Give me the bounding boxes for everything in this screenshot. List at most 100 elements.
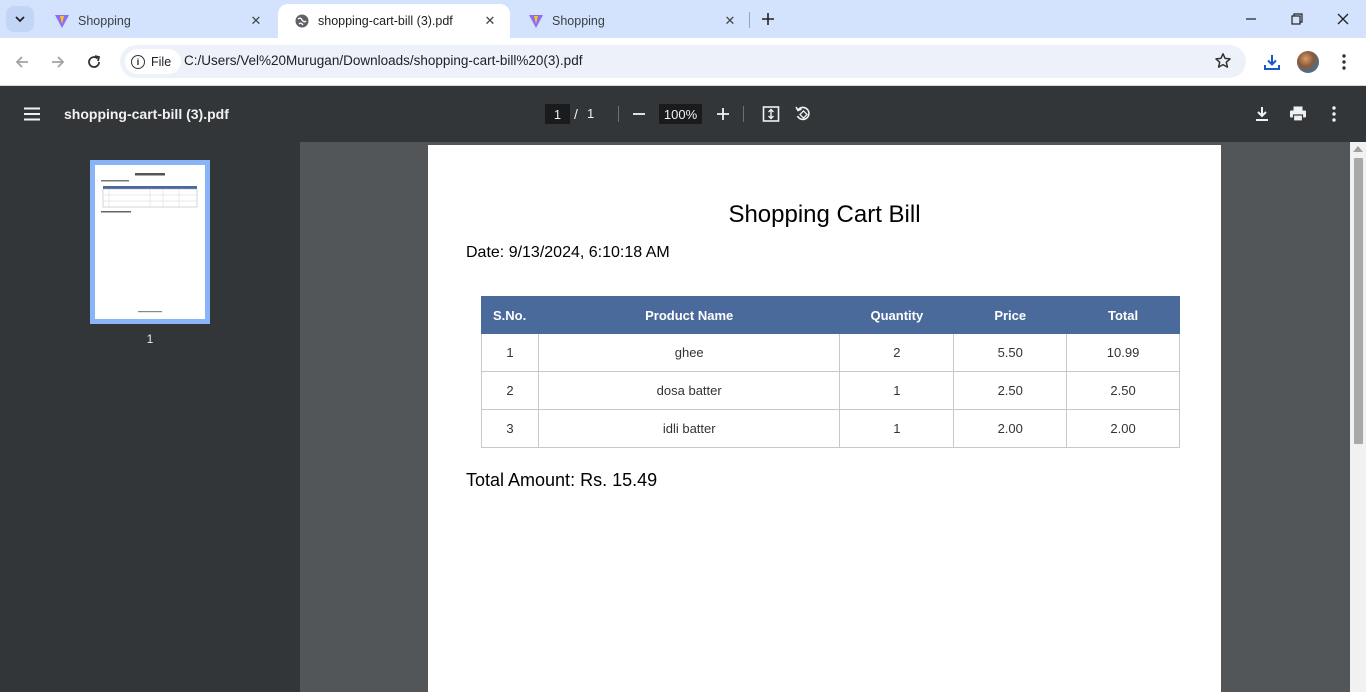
pdf-more-button[interactable] [1323,103,1345,125]
vite-logo-icon [54,13,70,29]
scroll-up-arrow-icon[interactable] [1353,146,1363,152]
table-cell: 2.50 [953,371,1068,410]
restore-button[interactable] [1274,0,1320,38]
rotate-button[interactable] [792,103,814,125]
info-icon: i [131,54,145,69]
plus-icon [762,13,774,25]
thumbnail-preview [95,165,205,319]
tab-title: shopping-cart-bill (3).pdf [318,14,453,28]
thumbnail-sidebar: 1 [0,142,300,692]
bill-title: Shopping Cart Bill [728,201,921,228]
page-separator: / [574,106,578,122]
url-text[interactable]: C:/Users/Vel%20Murugan/Downloads/shoppin… [184,53,582,68]
zoom-level-input[interactable]: 100% [659,104,702,124]
reload-button[interactable] [80,48,108,76]
table-cell: idli batter [537,409,841,448]
table-cell: 5.50 [953,333,1068,372]
table-cell: 2.00 [953,409,1068,448]
menu-icon [24,107,40,121]
page-number-input[interactable]: 1 [545,104,570,124]
thumbnail-page-number: 1 [146,332,154,346]
more-vertical-icon [1342,54,1346,70]
table-cell: 2.00 [1066,409,1180,448]
globe-icon [294,13,310,29]
tab-shopping-2[interactable]: Shopping ✕ [512,4,750,38]
print-icon [1290,106,1306,122]
reload-icon [88,55,101,68]
table-cell: 10.99 [1066,333,1180,372]
forward-button[interactable] [44,48,72,76]
vertical-scrollbar[interactable] [1350,142,1366,692]
bill-table: S.No. Product Name Quantity Price Total … [481,296,1180,448]
print-button[interactable] [1287,103,1309,125]
new-tab-button[interactable] [758,8,778,30]
rotate-icon [795,106,810,121]
plus-icon [717,108,729,120]
column-header: Total [1066,296,1180,334]
pdf-file-title: shopping-cart-bill (3).pdf [64,106,229,122]
pdf-download-button[interactable] [1251,103,1273,125]
tab-strip: Shopping ✕ shopping-cart-bill (3).pdf ✕ … [0,0,1366,38]
table-row: 1 ghee 2 5.50 10.99 [481,333,1180,372]
tab-pdf[interactable]: shopping-cart-bill (3).pdf ✕ [278,4,510,38]
tab-divider [749,12,750,28]
table-cell: 2.50 [1066,371,1180,410]
arrow-left-icon [15,56,28,68]
download-icon [1264,55,1280,70]
page-total: 1 [587,106,595,121]
browser-menu-button[interactable] [1331,49,1357,75]
close-icon[interactable]: ✕ [722,13,738,29]
close-icon[interactable]: ✕ [482,13,498,29]
chevron-down-icon [15,16,25,23]
arrow-right-icon [52,56,65,68]
table-cell: 2 [481,371,539,410]
bill-date: Date: 9/13/2024, 6:10:18 AM [466,244,670,261]
table-row: 2 dosa batter 1 2.50 2.50 [481,371,1180,410]
table-cell: 2 [839,333,955,372]
more-vertical-icon [1332,106,1336,122]
table-cell: dosa batter [537,371,841,410]
restore-icon [1291,13,1303,25]
column-header: Quantity [839,296,955,334]
minimize-icon [1246,18,1256,20]
table-header-row: S.No. Product Name Quantity Price Total [481,296,1180,334]
table-cell: 1 [481,333,539,372]
toolbar-divider [743,106,744,122]
page-thumbnail[interactable] [90,160,210,324]
fit-to-page-icon [762,106,780,122]
minus-icon [633,113,645,115]
site-info-chip[interactable]: i File [125,49,182,74]
zoom-out-button[interactable] [628,103,650,125]
tab-search-button[interactable] [6,6,34,32]
pdf-toolbar: shopping-cart-bill (3).pdf 1 / 1 100% [0,86,1366,142]
tab-shopping-1[interactable]: Shopping ✕ [38,4,276,38]
minimize-button[interactable] [1228,0,1274,38]
close-icon[interactable]: ✕ [248,13,264,29]
table-cell: 1 [839,409,955,448]
profile-button[interactable] [1295,49,1321,75]
fit-page-button[interactable] [760,103,782,125]
zoom-in-button[interactable] [712,103,734,125]
download-icon [1256,107,1268,121]
tab-title: Shopping [552,14,605,28]
table-row: 3 idli batter 1 2.00 2.00 [481,409,1180,448]
close-window-button[interactable] [1320,0,1366,38]
table-cell: 1 [839,371,955,410]
address-bar[interactable]: i File C:/Users/Vel%20Murugan/Downloads/… [120,45,1246,78]
site-info-label: File [151,54,172,69]
vite-logo-icon [528,13,544,29]
column-header: Product Name [537,296,841,334]
star-icon[interactable] [1214,52,1232,70]
tab-title: Shopping [78,14,131,28]
pdf-page: Shopping Cart Bill Date: 9/13/2024, 6:10… [428,145,1221,692]
downloads-button[interactable] [1259,49,1285,75]
back-button[interactable] [8,48,36,76]
avatar [1297,51,1319,73]
scrollbar-thumb[interactable] [1354,158,1363,444]
table-cell: ghee [537,333,841,372]
column-header: Price [953,296,1068,334]
document-viewport[interactable]: Shopping Cart Bill Date: 9/13/2024, 6:10… [300,142,1350,692]
browser-toolbar: i File C:/Users/Vel%20Murugan/Downloads/… [0,38,1366,86]
toolbar-divider [618,106,619,122]
sidebar-toggle-button[interactable] [20,102,44,126]
